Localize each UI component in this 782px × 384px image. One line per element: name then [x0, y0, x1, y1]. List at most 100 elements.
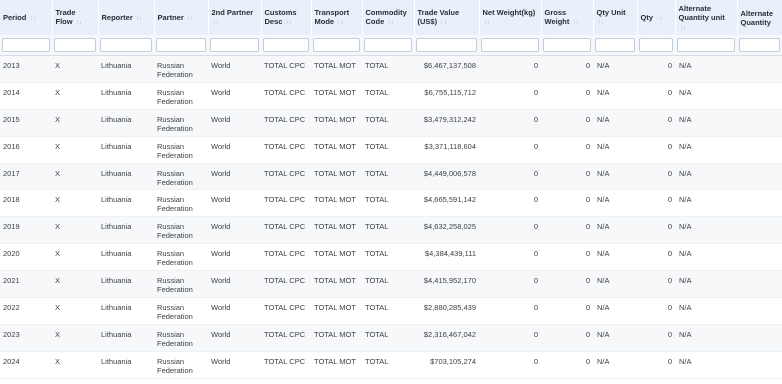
table-cell: TOTAL MOT: [311, 270, 362, 299]
table-row[interactable]: 2013 X Lithuania Russian Federation World TOT…: [0, 55, 782, 83]
column-filter-input[interactable]: [739, 38, 780, 52]
table-cell: [737, 163, 782, 191]
table-cell: TOTAL MOT: [311, 163, 362, 191]
table-cell: World: [208, 189, 261, 218]
sort-icon[interactable]: ↑↓: [484, 19, 491, 26]
table-cell: TOTAL MOT: [311, 109, 362, 137]
column-header[interactable]: Gross Weight ↑↓: [541, 0, 594, 35]
sort-icon[interactable]: ↑↓: [136, 15, 143, 22]
column-header[interactable]: Transport Mode ↑↓: [311, 0, 363, 35]
sort-icon[interactable]: ↑↓: [213, 19, 220, 26]
table-cell: 0: [541, 216, 593, 245]
table-row[interactable]: 2018 X Lithuania Russian Federation World TOT…: [0, 189, 782, 218]
filter-cell: [311, 35, 362, 56]
table-row[interactable]: 2023 X Lithuania Russian Federation World TOT…: [0, 324, 782, 352]
table-cell: 2016: [0, 136, 52, 164]
table-cell: 0: [479, 270, 541, 299]
sort-icon[interactable]: ↑↓: [76, 19, 83, 26]
sort-icon[interactable]: ↑↓: [387, 19, 394, 26]
sort-icon[interactable]: ↑↓: [572, 19, 579, 26]
column-filter-input[interactable]: [210, 38, 259, 52]
column-header[interactable]: Alternate Quantity: [737, 0, 782, 35]
column-filter-input[interactable]: [313, 38, 360, 52]
table-cell: X: [52, 163, 98, 191]
filter-cell: [52, 35, 98, 56]
column-filter-input[interactable]: [481, 38, 539, 52]
table-cell: 2013: [0, 55, 52, 83]
table-row[interactable]: 2022 X Lithuania Russian Federation World TOT…: [0, 297, 782, 325]
table-cell: 0: [479, 351, 541, 379]
column-filter-input[interactable]: [156, 38, 206, 52]
table-cell: 0: [637, 297, 675, 325]
table-row[interactable]: 2021 X Lithuania Russian Federation World TOT…: [0, 270, 782, 299]
sort-icon[interactable]: ↑↓: [598, 19, 605, 26]
table-row[interactable]: 2014 X Lithuania Russian Federation World TOT…: [0, 82, 782, 110]
table-cell: TOTAL CPC: [261, 243, 311, 272]
sort-icon[interactable]: ↑↓: [286, 19, 293, 26]
sort-icon[interactable]: ↑↓: [656, 15, 663, 22]
table-cell: $2,316,467,042: [414, 324, 479, 352]
column-header[interactable]: Alternate Quantity unit ↑↓: [675, 0, 738, 35]
column-header-label: Partner: [157, 12, 184, 22]
column-filter-input[interactable]: [639, 38, 673, 52]
table-cell: 2024: [0, 351, 52, 379]
column-filter-input[interactable]: [54, 38, 96, 52]
table-cell: 2021: [0, 270, 52, 299]
column-filter-input[interactable]: [595, 38, 635, 52]
column-header[interactable]: Period ↑↓: [0, 0, 53, 35]
table-cell: Russian Federation: [154, 109, 208, 137]
column-header[interactable]: Partner ↑↓: [154, 0, 209, 35]
table-row[interactable]: 2015 X Lithuania Russian Federation World TOT…: [0, 109, 782, 137]
column-header[interactable]: 2nd Partner ↑↓: [208, 0, 262, 35]
table-cell: X: [52, 324, 98, 352]
table-cell: World: [208, 216, 261, 245]
table-cell: $4,415,952,170: [414, 270, 479, 299]
table-cell: N/A: [675, 109, 737, 137]
table-cell: 0: [479, 82, 541, 110]
column-header[interactable]: Qty ↑↓: [637, 0, 676, 35]
sort-icon[interactable]: ↑↓: [440, 19, 447, 26]
table-row[interactable]: 2019 X Lithuania Russian Federation World TOT…: [0, 216, 782, 245]
sort-icon[interactable]: ↑↓: [680, 24, 687, 31]
column-filter-input[interactable]: [677, 38, 735, 52]
table-cell: $4,632,258,025: [414, 216, 479, 245]
table-cell: 0: [637, 243, 675, 272]
column-header[interactable]: Customs Desc ↑↓: [261, 0, 312, 35]
table-cell: TOTAL CPC: [261, 216, 311, 245]
table-cell: 0: [541, 55, 593, 83]
table-cell: Russian Federation: [154, 136, 208, 164]
sort-icon[interactable]: ↑↓: [337, 19, 344, 26]
table-cell: Russian Federation: [154, 163, 208, 191]
table-cell: 0: [637, 189, 675, 218]
table-cell: 0: [479, 189, 541, 218]
column-filter-input[interactable]: [263, 38, 309, 52]
table-cell: N/A: [593, 136, 637, 164]
column-filter-input[interactable]: [100, 38, 152, 52]
table-cell: N/A: [593, 189, 637, 218]
table-cell: 0: [637, 270, 675, 299]
column-filter-input[interactable]: [416, 38, 477, 52]
table-row[interactable]: 2017 X Lithuania Russian Federation World TOT…: [0, 163, 782, 191]
column-header[interactable]: Net Weight(kg) ↑↓: [479, 0, 542, 35]
column-header[interactable]: Qty Unit ↑↓: [593, 0, 638, 35]
table-row[interactable]: 2020 X Lithuania Russian Federation World TOT…: [0, 243, 782, 272]
sort-icon[interactable]: ↑↓: [187, 15, 194, 22]
table-cell: X: [52, 297, 98, 325]
table-row[interactable]: 2024 X Lithuania Russian Federation World TOT…: [0, 351, 782, 379]
table-cell: TOTAL CPC: [261, 297, 311, 325]
column-header[interactable]: Commodity Code ↑↓: [362, 0, 415, 35]
table-cell: $6,755,115,712: [414, 82, 479, 110]
column-filter-input[interactable]: [2, 38, 50, 52]
table-cell: Lithuania: [98, 163, 154, 191]
column-header[interactable]: Reporter ↑↓: [98, 0, 155, 35]
table-cell: 0: [637, 109, 675, 137]
column-filter-input[interactable]: [543, 38, 591, 52]
column-header[interactable]: Trade Flow ↑↓: [52, 0, 99, 35]
column-filter-input[interactable]: [364, 38, 412, 52]
table-cell: TOTAL MOT: [311, 216, 362, 245]
sort-icon[interactable]: ↑↓: [29, 15, 36, 22]
column-header[interactable]: Trade Value (US$) ↑↓: [414, 0, 480, 35]
table-row[interactable]: 2016 X Lithuania Russian Federation World TOT…: [0, 136, 782, 164]
table-cell: 2019: [0, 216, 52, 245]
table-cell: Lithuania: [98, 216, 154, 245]
